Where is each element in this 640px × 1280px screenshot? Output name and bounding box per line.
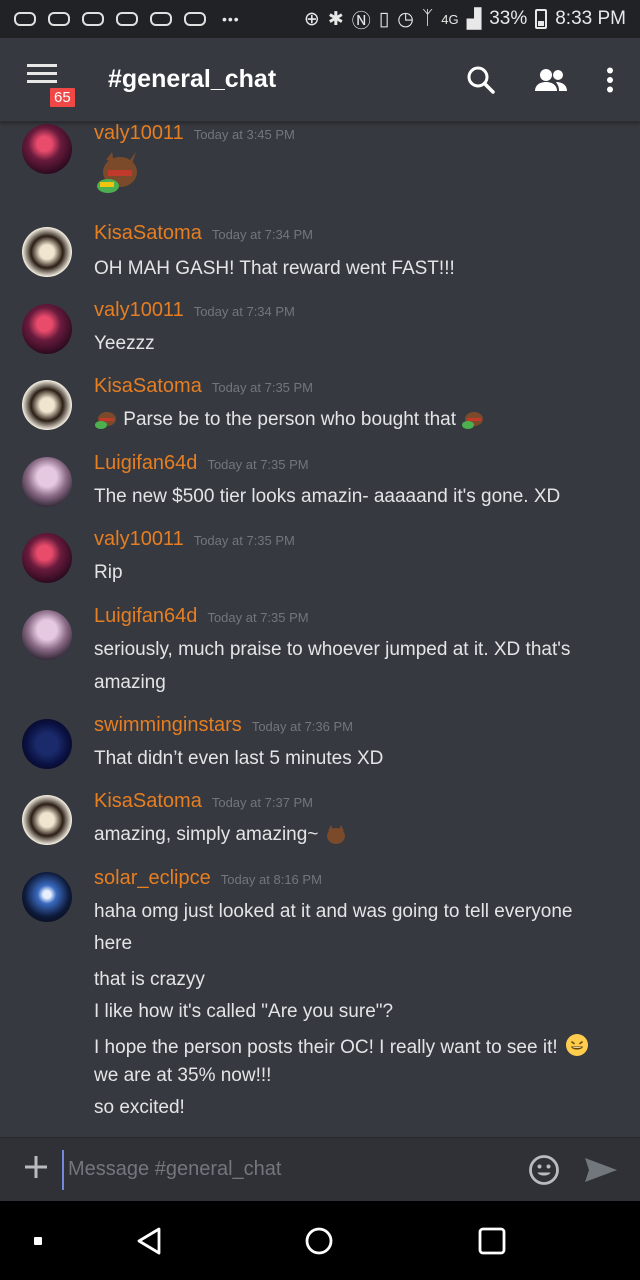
message-text: that is crazyy (94, 969, 205, 990)
message-text: That didn’t even last 5 minutes XD (94, 748, 384, 769)
nfc-icon: Ⓝ (351, 10, 371, 32)
home-icon[interactable] (305, 1227, 333, 1260)
message-timestamp: Today at 7:36 PM (251, 719, 353, 734)
message-author[interactable]: solar_eclipce (94, 867, 211, 890)
custom-emoji-icon (94, 410, 118, 430)
message-composer (0, 1137, 640, 1201)
message-text: amazing (94, 672, 166, 693)
message-timestamp: Today at 7:35 PM (211, 380, 314, 395)
message-text: we are at 35% now!!! (94, 1065, 272, 1086)
message-line: Parse be to the person who bought that (94, 409, 485, 431)
message-timestamp: Today at 7:35 PM (207, 457, 309, 472)
data-saver-icon: ⊕ (303, 8, 320, 30)
gamepad-icon (150, 12, 172, 26)
recents-icon[interactable] (478, 1227, 506, 1260)
message-line: amazing, simply amazing~ (94, 824, 348, 846)
nav-menu-dot-icon[interactable] (34, 1237, 42, 1245)
message-text: OH MAH GASH! That reward went FAST!!! (94, 258, 455, 279)
wifi-icon: ᛉ (421, 8, 434, 29)
message-author[interactable]: Luigifan64d (94, 452, 197, 475)
message-author[interactable]: KisaSatoma (94, 222, 202, 245)
message-author[interactable]: valy10011 (94, 299, 184, 322)
gamepad-icon (48, 12, 70, 26)
search-icon[interactable] (466, 65, 496, 95)
message-author[interactable]: valy10011 (94, 528, 184, 551)
unread-badge: 65 (48, 85, 77, 109)
grinning-emoji-icon (565, 1033, 589, 1063)
emoji-picker-icon[interactable] (528, 1154, 560, 1186)
channel-header: 65 #general_chat (0, 38, 640, 122)
message-text: I like how it's called "Are you sure"? (94, 1001, 394, 1022)
message-list[interactable]: valy10011 Today at 3:45 PM KisaSatoma To… (0, 122, 640, 1136)
message-timestamp: Today at 7:35 PM (193, 533, 295, 548)
message-text: I hope the person posts their OC! I real… (94, 1037, 558, 1059)
battery-percent: 33% (489, 8, 528, 29)
message-author[interactable]: valy10011 (94, 122, 184, 145)
avatar[interactable] (22, 227, 72, 277)
network-type: 4G (441, 11, 459, 27)
message-timestamp: Today at 7:34 PM (211, 227, 314, 242)
custom-emoji-icon (461, 410, 485, 430)
message-timestamp: Today at 7:35 PM (207, 610, 309, 625)
bluetooth-icon: ✱ (327, 8, 344, 30)
add-attachment-button[interactable] (16, 1150, 56, 1189)
clock: 8:33 PM (555, 8, 626, 29)
message-text: seriously, much praise to whoever jumped… (94, 639, 571, 660)
avatar[interactable] (22, 533, 72, 583)
message-line: I hope the person posts their OC! I real… (94, 1033, 589, 1063)
custom-emoji-icon (324, 824, 348, 845)
message-text: Rip (94, 562, 123, 583)
message-text: haha omg just looked at it and was going… (94, 901, 573, 922)
more-notifications-icon: ••• (222, 11, 240, 27)
signal-icon: ▟ (466, 8, 482, 30)
message-text: Parse be to the person who bought that (123, 409, 457, 430)
message-author[interactable]: swimminginstars (94, 714, 242, 737)
vibrate-icon: ▯ (378, 8, 390, 30)
plus-icon (25, 1156, 47, 1178)
status-bar: ••• ⊕ ✱ Ⓝ ▯ ◷ ᛉ 4G ▟ 33% 8:33 PM (0, 0, 640, 38)
system-nav-bar (0, 1201, 640, 1280)
alarm-icon: ◷ (397, 8, 414, 30)
gamepad-icon (14, 12, 36, 26)
message-text: so excited! (94, 1097, 185, 1118)
message-text: Yeezzz (94, 333, 155, 354)
avatar[interactable] (22, 795, 72, 845)
avatar[interactable] (22, 872, 72, 922)
avatar[interactable] (22, 380, 72, 430)
avatar[interactable] (22, 457, 72, 507)
message-author[interactable]: Luigifan64d (94, 605, 197, 628)
gamepad-icon (82, 12, 104, 26)
avatar[interactable] (22, 124, 72, 174)
menu-button[interactable]: 65 (20, 50, 80, 110)
gamepad-icon (184, 12, 206, 26)
message-text: here (94, 933, 133, 954)
more-options-icon[interactable] (606, 67, 614, 93)
avatar[interactable] (22, 719, 72, 769)
custom-emoji-image (94, 152, 142, 196)
channel-title: #general_chat (108, 65, 277, 93)
avatar[interactable] (22, 610, 72, 660)
battery-icon (535, 9, 548, 29)
message-text: The new $500 tier looks amazin- aaaaand … (94, 486, 561, 507)
message-timestamp: Today at 7:37 PM (211, 795, 314, 810)
message-input[interactable] (62, 1149, 502, 1190)
message-timestamp: Today at 3:45 PM (193, 127, 295, 142)
members-icon[interactable] (534, 68, 568, 92)
avatar[interactable] (22, 304, 72, 354)
message-author[interactable]: KisaSatoma (94, 375, 202, 398)
message-timestamp: Today at 7:34 PM (193, 304, 295, 319)
message-timestamp: Today at 8:16 PM (220, 872, 322, 887)
message-author[interactable]: KisaSatoma (94, 790, 202, 813)
message-text: amazing, simply amazing~ (94, 824, 319, 845)
gamepad-icon (116, 12, 138, 26)
send-icon[interactable] (584, 1156, 618, 1184)
back-icon[interactable] (136, 1227, 162, 1260)
